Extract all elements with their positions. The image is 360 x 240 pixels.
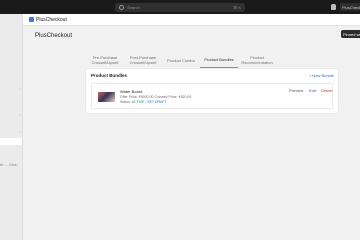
delete-link[interactable]: Delete [321, 88, 333, 93]
status-active-badge: ACTIVE [131, 100, 145, 104]
admin-sidebar: › › › er ... Cha [0, 14, 23, 240]
page-title: PlusCheckout [35, 33, 73, 39]
bundle-name: Water Board [120, 89, 143, 94]
preview-link[interactable]: Preview [289, 88, 303, 93]
set-draft-link[interactable]: SET DRAFT [147, 100, 166, 104]
tab-product-bundles[interactable]: Product Bundles [200, 52, 238, 68]
tab-pre-purchase[interactable]: Pre-Purchase Crossell/Upsell [86, 52, 124, 68]
edit-link[interactable]: Edit [309, 88, 316, 93]
tab-product-combo[interactable]: Product Combo [162, 52, 200, 68]
store-switcher-button[interactable]: PlusCheckout [340, 3, 360, 11]
pin-button[interactable]: Pinned with [341, 30, 360, 38]
tab-post-purchase[interactable]: Post-Purchase Crossell/Upsell [124, 52, 162, 68]
status-label: Status: [120, 100, 131, 104]
product-thumbnail [98, 92, 115, 102]
search-icon [119, 5, 124, 10]
bundle-price: Offer Price: ₹5000.00 Crossed Price: ₹62… [120, 95, 192, 99]
sidebar-chevron-icon[interactable]: › [19, 86, 20, 91]
search-bar[interactable]: Search ⌘ K [115, 3, 245, 12]
sidebar-item-label[interactable]: er ... Cha [0, 162, 16, 167]
notification-bell-icon[interactable] [331, 4, 336, 10]
app-logo-icon [29, 17, 34, 22]
sidebar-chevron-icon[interactable]: › [19, 112, 20, 117]
tab-bar: Pre-Purchase Crossell/Upsell Post-Purcha… [86, 52, 276, 68]
sidebar-chevron-icon[interactable]: › [19, 129, 20, 134]
card-title: Product Bundles [91, 73, 128, 78]
app-name: PlusCheckout [36, 17, 67, 23]
sidebar-item-selected[interactable] [0, 138, 22, 145]
search-placeholder: Search [127, 5, 140, 10]
new-bundle-button[interactable]: + New Bundle [309, 73, 334, 78]
admin-top-bar: Search ⌘ K PlusCheckout [0, 0, 360, 14]
product-bundles-card: Product Bundles + New Bundle Water Board… [86, 69, 338, 113]
app-header: PlusCheckout [23, 14, 360, 26]
search-shortcut: ⌘ K [233, 5, 241, 10]
bundle-status: Status: ACTIVE | SET DRAFT [120, 100, 167, 104]
bundle-row: Water Board Offer Price: ₹5000.00 Crosse… [91, 83, 333, 109]
tab-product-recommendation[interactable]: Product Recommendation [238, 52, 276, 68]
